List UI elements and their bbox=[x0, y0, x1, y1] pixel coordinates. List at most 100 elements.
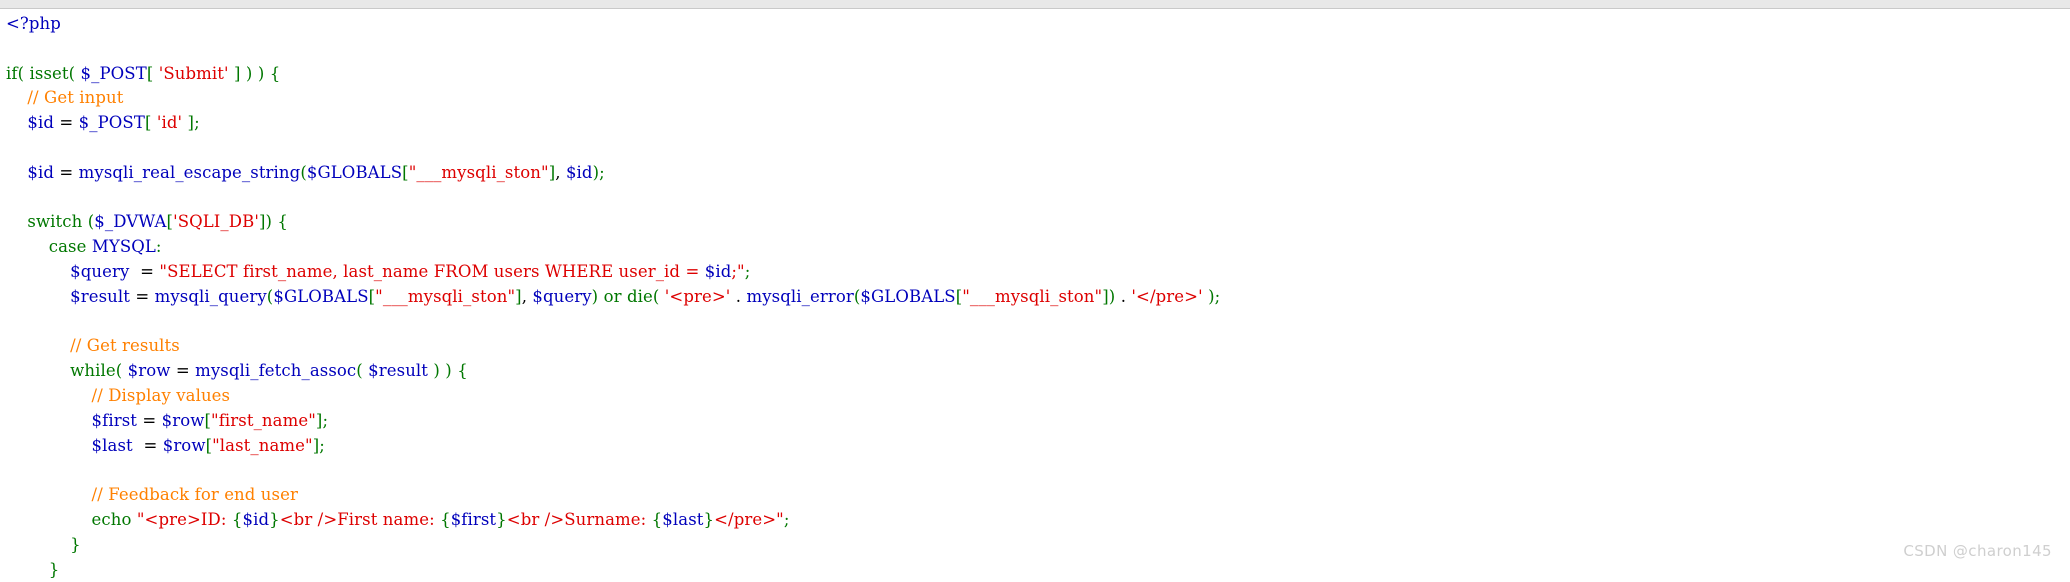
code-token bbox=[6, 560, 49, 579]
code-token: $_DVWA bbox=[94, 212, 166, 231]
code-line: $id = mysqli_real_escape_string($GLOBALS… bbox=[0, 161, 2070, 186]
code-token bbox=[6, 237, 49, 256]
code-token: : bbox=[156, 237, 162, 256]
code-token: "<pre>ID: bbox=[137, 510, 232, 529]
code-token: $first bbox=[451, 510, 496, 529]
code-token: $query bbox=[532, 287, 591, 306]
code-token: $query bbox=[70, 262, 129, 281]
code-token: ; bbox=[319, 436, 325, 455]
code-token: $id bbox=[705, 262, 732, 281]
code-token: mysqli_query bbox=[155, 287, 267, 306]
code-token: <?php bbox=[6, 14, 61, 33]
code-token: } bbox=[269, 510, 280, 529]
code-line bbox=[0, 37, 2070, 62]
code-token: $last bbox=[92, 436, 133, 455]
code-line: // Display values bbox=[0, 384, 2070, 409]
code-token: 'SQLI_DB' bbox=[173, 212, 259, 231]
code-token: $_POST bbox=[81, 64, 147, 83]
code-token: $result bbox=[70, 287, 130, 306]
code-line: echo "<pre>ID: {$id}<br />First name: {$… bbox=[0, 508, 2070, 533]
code-token: } bbox=[496, 510, 507, 529]
code-token bbox=[6, 510, 92, 529]
code-token: mysqli_real_escape_string bbox=[79, 163, 301, 182]
code-token: = bbox=[54, 163, 79, 182]
code-token: $last bbox=[662, 510, 703, 529]
code-token: "last_name" bbox=[212, 436, 313, 455]
code-token: "___mysqli_ston" bbox=[962, 287, 1102, 306]
code-token: $id bbox=[242, 510, 269, 529]
code-token: = bbox=[129, 262, 159, 281]
code-token: $GLOBALS bbox=[307, 163, 402, 182]
code-token: echo bbox=[92, 510, 132, 529]
code-line: // Feedback for end user bbox=[0, 483, 2070, 508]
code-line: if( isset( $_POST[ 'Submit' ] ) ) { bbox=[0, 62, 2070, 87]
code-token: mysqli_fetch_assoc bbox=[195, 361, 356, 380]
code-token: = bbox=[170, 361, 195, 380]
code-token: <br />Surname: bbox=[507, 510, 652, 529]
code-token: , bbox=[555, 163, 566, 182]
code-line: $result = mysqli_query($GLOBALS["___mysq… bbox=[0, 285, 2070, 310]
code-token: ; bbox=[194, 113, 200, 132]
code-token: } bbox=[704, 510, 715, 529]
code-token: while bbox=[70, 361, 116, 380]
code-token: $id bbox=[566, 163, 593, 182]
code-token: = bbox=[137, 411, 162, 430]
code-token: , bbox=[522, 287, 533, 306]
code-token: $GLOBALS bbox=[860, 287, 955, 306]
code-token: </pre>" bbox=[714, 510, 784, 529]
code-token: // Display values bbox=[92, 386, 231, 405]
code-token: ; bbox=[599, 163, 605, 182]
code-token: ;" bbox=[731, 262, 744, 281]
code-token: <br />First name: bbox=[280, 510, 440, 529]
code-token: $GLOBALS bbox=[273, 287, 368, 306]
code-line: case MYSQL: bbox=[0, 235, 2070, 260]
code-token: if bbox=[6, 64, 18, 83]
code-token: switch bbox=[27, 212, 82, 231]
code-token: 'Submit' bbox=[159, 64, 229, 83]
code-line: } bbox=[0, 558, 2070, 582]
code-token bbox=[6, 262, 70, 281]
code-token: { bbox=[652, 510, 663, 529]
code-token: ; bbox=[784, 510, 790, 529]
code-token: ; bbox=[745, 262, 751, 281]
code-token: // Feedback for end user bbox=[92, 485, 298, 504]
code-token: '<pre>' bbox=[665, 287, 731, 306]
code-token: $first bbox=[92, 411, 137, 430]
code-token: "___mysqli_ston" bbox=[409, 163, 549, 182]
code-line: switch ($_DVWA['SQLI_DB']) { bbox=[0, 210, 2070, 235]
code-token: "___mysqli_ston" bbox=[375, 287, 515, 306]
code-token: $id bbox=[27, 163, 54, 182]
code-token: case bbox=[49, 237, 87, 256]
code-token bbox=[6, 411, 92, 430]
code-line: $query = "SELECT first_name, last_name F… bbox=[0, 260, 2070, 285]
code-line: } bbox=[0, 533, 2070, 558]
code-token: $row bbox=[162, 411, 205, 430]
code-token: ; bbox=[1215, 287, 1221, 306]
code-token bbox=[6, 163, 27, 182]
code-token: { bbox=[277, 212, 288, 231]
code-token: { bbox=[440, 510, 451, 529]
code-token: mysqli_error bbox=[747, 287, 854, 306]
code-token: $row bbox=[163, 436, 206, 455]
code-line: // Get results bbox=[0, 334, 2070, 359]
code-token bbox=[6, 535, 70, 554]
code-token: { bbox=[457, 361, 468, 380]
csdn-watermark: CSDN @charon145 bbox=[1903, 542, 2052, 560]
code-token bbox=[6, 485, 92, 504]
code-token: die bbox=[627, 287, 653, 306]
code-token: or bbox=[604, 287, 622, 306]
php-source-code-block: <?php if( isset( $_POST[ 'Submit' ] ) ) … bbox=[0, 12, 2070, 582]
code-token: 'id' bbox=[157, 113, 182, 132]
code-token: ; bbox=[322, 411, 328, 430]
code-line bbox=[0, 458, 2070, 483]
top-divider-rule bbox=[0, 0, 2070, 9]
code-line bbox=[0, 186, 2070, 211]
code-token: // Get results bbox=[70, 336, 180, 355]
code-token: "SELECT first_name, last_name FROM users… bbox=[159, 262, 704, 281]
code-line: // Get input bbox=[0, 86, 2070, 111]
code-token: $result bbox=[368, 361, 428, 380]
code-line: $id = $_POST[ 'id' ]; bbox=[0, 111, 2070, 136]
code-line bbox=[0, 136, 2070, 161]
code-token: // Get input bbox=[27, 88, 123, 107]
code-token bbox=[6, 113, 27, 132]
